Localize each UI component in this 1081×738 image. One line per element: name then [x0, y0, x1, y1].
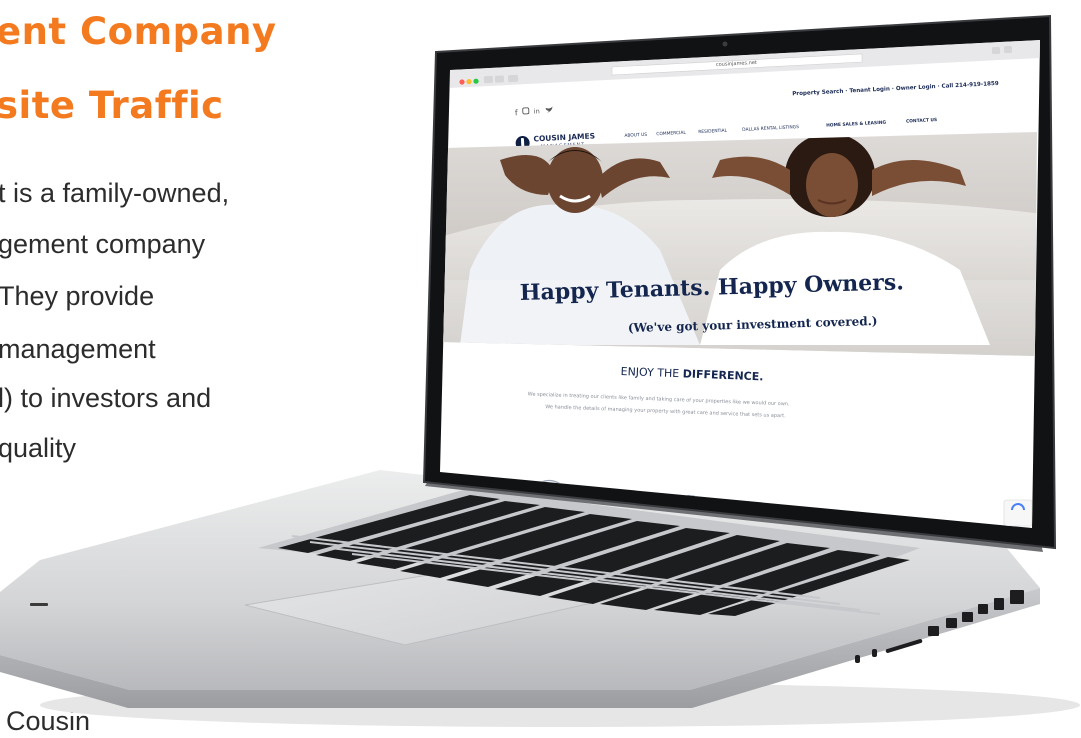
laptop-illustration: cousinjames.net f in Property Search · T… [0, 14, 1080, 727]
linkedin-icon[interactable]: in [534, 107, 540, 115]
sleep-indicator [30, 603, 48, 606]
share-button[interactable] [992, 47, 1000, 54]
webcam [722, 41, 728, 47]
sidebar-button[interactable] [507, 74, 519, 83]
nav-about[interactable]: ABOUT US [624, 132, 647, 139]
logo-icon-key [520, 138, 525, 148]
back-button[interactable] [483, 75, 494, 84]
window-close-button[interactable] [459, 79, 465, 85]
window-zoom-button[interactable] [473, 78, 479, 84]
screen: cousinjames.net f in Property Search · T… [440, 40, 1040, 528]
hero-banner: Happy Tenants. Happy Owners. (We've got … [442, 132, 1037, 356]
new-tab-button[interactable] [1004, 46, 1012, 53]
forward-button[interactable] [494, 75, 505, 83]
window-minimize-button[interactable] [466, 79, 472, 85]
